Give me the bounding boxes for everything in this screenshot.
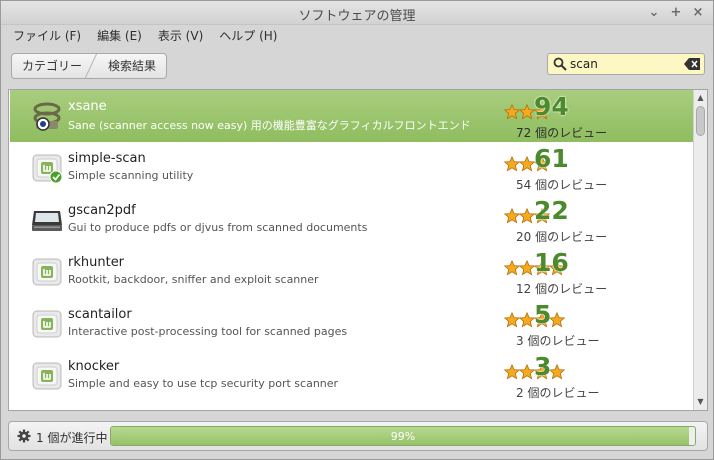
review-count: 20 個のレビュー [516, 230, 608, 244]
star-icon [518, 311, 536, 328]
package-name: xsane [68, 99, 107, 114]
status-text: 1 個が進行中 [36, 431, 108, 445]
package-score: 94 [534, 92, 569, 121]
mint-package-icon [30, 307, 64, 341]
package-row[interactable]: xsane Sane (scanner access now easy) 用の機能… [10, 90, 694, 142]
menu-bar: ファイル (F) 編集 (E) 表示 (V) ヘルプ (H) [1, 25, 713, 45]
package-row[interactable]: simple-scan Simple scanning utility 61 54 個… [10, 142, 694, 194]
package-row[interactable]: rkhunter Rootkit, backdoor, sniffer and e… [10, 246, 694, 298]
status-bar: 1 個が進行中 99% [8, 421, 708, 451]
star-icon [503, 311, 521, 328]
package-description: Simple scanning utility [68, 169, 194, 182]
search-icon [553, 57, 567, 71]
clear-search-icon[interactable] [684, 58, 700, 70]
package-name: gscan2pdf [68, 203, 136, 218]
breadcrumb-categories[interactable]: カテゴリー [12, 54, 96, 78]
mint-package-icon [30, 151, 64, 185]
mint-package-icon [30, 359, 64, 393]
package-name: rkhunter [68, 255, 125, 270]
scroll-down-icon[interactable]: ▼ [694, 396, 707, 408]
progress-bar: 99% [110, 426, 696, 446]
star-icon [518, 363, 536, 380]
review-count: 54 個のレビュー [516, 178, 608, 192]
mint-package-icon [30, 255, 64, 289]
package-row[interactable]: knocker Simple and easy to use tcp securi… [10, 350, 694, 402]
package-description: Rootkit, backdoor, sniffer and exploit s… [68, 273, 319, 286]
progress-label: 99% [390, 430, 416, 443]
software-manager-window: ソフトウェアの管理 ⌄ + × ファイル (F) 編集 (E) 表示 (V) ヘ… [0, 0, 714, 460]
gear-icon [17, 429, 31, 443]
scrollbar[interactable]: ▲ ▼ [693, 90, 707, 410]
package-description: Gui to produce pdfs or djvus from scanne… [68, 221, 368, 234]
star-icon [503, 103, 521, 120]
package-score: 5 [534, 300, 552, 329]
star-icon [503, 363, 521, 380]
search-input[interactable] [570, 56, 680, 72]
maximize-button[interactable]: + [667, 4, 685, 22]
package-description: Sane (scanner access now easy) 用の機能豊富なグラ… [68, 119, 471, 132]
package-score: 16 [534, 248, 569, 277]
review-count: 2 個のレビュー [516, 386, 600, 400]
flatbed-scanner-icon [30, 203, 64, 237]
star-icon [518, 207, 536, 224]
package-description: Interactive post-processing tool for sca… [68, 325, 348, 338]
star-icon [518, 103, 536, 120]
package-row[interactable]: scantailor Interactive post-processing to… [10, 298, 694, 350]
package-score: 61 [534, 144, 569, 173]
package-row[interactable]: gscan2pdf Gui to produce pdfs or djvus fr… [10, 194, 694, 246]
package-name: simple-scan [68, 151, 146, 166]
search-box[interactable] [547, 53, 705, 75]
scanner-app-icon [30, 99, 64, 133]
star-icon [518, 155, 536, 172]
review-count: 3 個のレビュー [516, 334, 600, 348]
review-count: 12 個のレビュー [516, 282, 608, 296]
menu-view[interactable]: 表示 (V) [150, 27, 211, 44]
breadcrumb-search-results[interactable]: 検索結果 [96, 54, 166, 78]
title-bar[interactable]: ソフトウェアの管理 ⌄ + × [1, 1, 713, 25]
star-icon [503, 259, 521, 276]
menu-file[interactable]: ファイル (F) [5, 27, 89, 44]
scroll-up-icon[interactable]: ▲ [694, 92, 707, 104]
package-score: 22 [534, 196, 569, 225]
star-icon [503, 155, 521, 172]
window-title: ソフトウェアの管理 [298, 9, 416, 24]
results-list[interactable]: xsane Sane (scanner access now easy) 用の機能… [8, 89, 708, 411]
menu-edit[interactable]: 編集 (E) [89, 27, 150, 44]
package-score: 3 [534, 352, 552, 381]
scrollbar-thumb[interactable] [696, 106, 705, 136]
review-count: 72 個のレビュー [516, 126, 608, 140]
breadcrumb: カテゴリー 検索結果 [11, 53, 168, 79]
minimize-button[interactable]: ⌄ [645, 4, 663, 22]
close-button[interactable]: × [689, 4, 707, 22]
package-name: knocker [68, 359, 120, 374]
package-description: Simple and easy to use tcp security port… [68, 377, 339, 390]
package-name: scantailor [68, 307, 132, 322]
star-icon [503, 207, 521, 224]
star-icon [518, 259, 536, 276]
menu-help[interactable]: ヘルプ (H) [211, 27, 285, 44]
